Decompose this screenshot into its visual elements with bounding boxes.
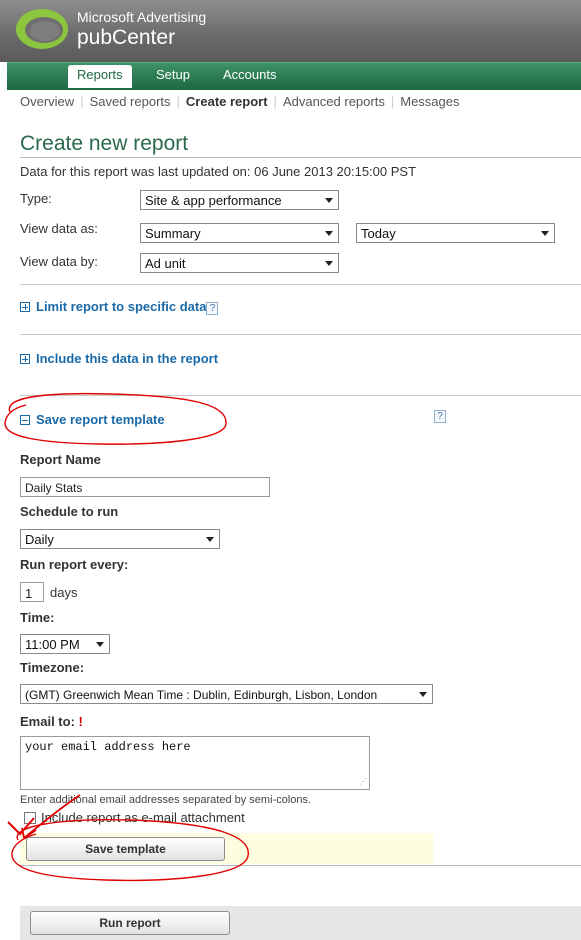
separator: | bbox=[176, 94, 180, 109]
attachment-checkbox[interactable] bbox=[24, 812, 36, 824]
expand-icon bbox=[20, 302, 30, 312]
run-every-input[interactable]: 1 bbox=[20, 582, 44, 602]
run-every-unit: days bbox=[50, 585, 78, 600]
schedule-select[interactable]: Daily bbox=[20, 529, 220, 549]
subnav-messages[interactable]: Messages bbox=[400, 94, 459, 109]
collapse-icon bbox=[20, 415, 30, 425]
pubcenter-logo-icon bbox=[16, 9, 68, 49]
separator: | bbox=[273, 94, 277, 109]
subnav-advanced-reports[interactable]: Advanced reports bbox=[283, 94, 385, 109]
chevron-down-icon bbox=[206, 537, 214, 542]
time-select[interactable]: 11:00 PM bbox=[20, 634, 110, 654]
chevron-down-icon bbox=[325, 231, 333, 236]
period-select-value: Today bbox=[361, 226, 396, 241]
timezone-label: Timezone: bbox=[20, 660, 85, 675]
tab-reports[interactable]: Reports bbox=[68, 65, 132, 89]
chevron-down-icon bbox=[325, 261, 333, 266]
tab-setup[interactable]: Setup bbox=[156, 67, 190, 82]
page-title: Create new report bbox=[20, 132, 189, 155]
subnav-saved-reports[interactable]: Saved reports bbox=[90, 94, 171, 109]
run-report-button[interactable]: Run report bbox=[30, 911, 230, 935]
save-template-button[interactable]: Save template bbox=[26, 837, 225, 861]
section-divider bbox=[20, 284, 581, 285]
email-label-text: Email to: bbox=[20, 714, 75, 729]
email-textarea-value: your email address here bbox=[25, 740, 191, 754]
save-template-expander[interactable]: Save report template bbox=[20, 412, 165, 427]
email-label: Email to: ! bbox=[20, 714, 83, 729]
section-divider bbox=[20, 334, 581, 335]
timezone-select[interactable]: (GMT) Greenwich Mean Time : Dublin, Edin… bbox=[20, 684, 433, 704]
nav-underline bbox=[7, 88, 581, 90]
schedule-label: Schedule to run bbox=[20, 504, 119, 519]
resize-grip-icon[interactable]: ⋰ bbox=[359, 779, 367, 787]
title-divider bbox=[20, 157, 581, 158]
subnav-overview[interactable]: Overview bbox=[20, 94, 74, 109]
schedule-select-value: Daily bbox=[25, 532, 54, 547]
app-header: Microsoft Advertising pubCenter bbox=[0, 0, 581, 62]
report-name-label: Report Name bbox=[20, 452, 101, 467]
include-data-expander[interactable]: Include this data in the report bbox=[20, 351, 218, 366]
help-icon[interactable]: ? bbox=[206, 302, 219, 315]
separator: | bbox=[390, 94, 395, 109]
run-every-label: Run report every: bbox=[20, 557, 129, 572]
chevron-down-icon bbox=[419, 692, 427, 697]
period-select[interactable]: Today bbox=[356, 223, 555, 243]
main-nav: Reports Setup Accounts bbox=[7, 62, 581, 89]
brand-title: pubCenter bbox=[77, 26, 176, 49]
limit-report-label: Limit report to specific data bbox=[36, 299, 207, 314]
email-hint: Enter additional email addresses separat… bbox=[20, 794, 312, 806]
type-select[interactable]: Site & app performance bbox=[140, 190, 339, 210]
sub-nav: Overview | Saved reports | Create report | Adv… bbox=[20, 94, 459, 112]
chevron-down-icon bbox=[325, 198, 333, 203]
report-name-input[interactable]: Daily Stats bbox=[20, 477, 270, 497]
view-by-select[interactable]: Ad unit bbox=[140, 253, 339, 273]
type-label: Type: bbox=[20, 191, 52, 206]
section-divider bbox=[20, 865, 581, 866]
attachment-label: Include report as e-mail attachment bbox=[41, 810, 245, 825]
brand-subtitle: Microsoft Advertising bbox=[77, 9, 207, 25]
view-as-select[interactable]: Summary bbox=[140, 223, 339, 243]
view-as-select-value: Summary bbox=[145, 226, 201, 241]
last-updated-text: Data for this report was last updated on… bbox=[20, 164, 417, 179]
limit-report-expander[interactable]: Limit report to specific data? bbox=[20, 299, 219, 315]
chevron-down-icon bbox=[541, 231, 549, 236]
required-icon: ! bbox=[78, 714, 83, 729]
chevron-down-icon bbox=[96, 642, 104, 647]
subnav-create-report[interactable]: Create report bbox=[186, 94, 268, 109]
timezone-select-value: (GMT) Greenwich Mean Time : Dublin, Edin… bbox=[25, 688, 378, 702]
tab-accounts[interactable]: Accounts bbox=[223, 67, 276, 82]
view-by-select-value: Ad unit bbox=[145, 256, 186, 271]
expand-icon bbox=[20, 354, 30, 364]
include-data-label: Include this data in the report bbox=[36, 351, 219, 366]
email-textarea[interactable]: your email address here ⋰ bbox=[20, 736, 370, 790]
separator: | bbox=[80, 94, 84, 109]
time-select-value: 11:00 PM bbox=[25, 637, 80, 652]
time-label: Time: bbox=[20, 610, 55, 625]
help-icon[interactable]: ? bbox=[434, 410, 446, 423]
section-divider bbox=[20, 395, 581, 396]
view-by-label: View data by: bbox=[20, 254, 98, 269]
save-template-heading: Save report template bbox=[36, 412, 165, 427]
type-select-value: Site & app performance bbox=[145, 193, 282, 208]
view-as-label: View data as: bbox=[20, 221, 98, 236]
